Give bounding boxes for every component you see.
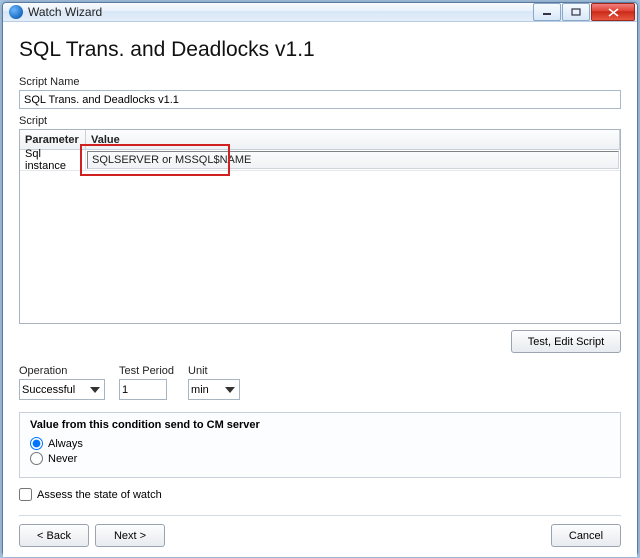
script-label: Script [19,115,621,127]
operation-label: Operation [19,365,105,377]
test-period-label: Test Period [119,365,174,377]
script-name-label: Script Name [19,76,621,88]
radio-never[interactable]: Never [30,452,610,465]
minimize-icon [542,8,552,16]
test-edit-script-button[interactable]: Test, Edit Script [511,330,621,353]
footer-spacer [171,524,545,547]
radio-never-label: Never [48,453,77,465]
next-button[interactable]: Next > [95,524,165,547]
radio-never-input[interactable] [30,452,43,465]
wizard-window: Watch Wizard SQL Trans. and Deadlocks v1… [2,2,638,556]
window-title: Watch Wizard [28,5,532,19]
content-area: SQL Trans. and Deadlocks v1.1 Script Nam… [3,22,637,557]
unit-label: Unit [188,365,240,377]
close-icon [608,8,619,17]
unit-select[interactable]: min [188,379,240,400]
assess-label: Assess the state of watch [37,489,162,501]
parameter-grid: Parameter Value Sql instance SQLSERVER o… [19,129,621,324]
separator [19,515,621,516]
radio-always-input[interactable] [30,437,43,450]
back-button[interactable]: < Back [19,524,89,547]
script-section: Script Parameter Value Sql instance SQLS… [19,115,621,324]
grid-header: Parameter Value [20,130,620,150]
test-row: Test, Edit Script [19,330,621,353]
column-parameter[interactable]: Parameter [20,130,86,149]
maximize-icon [571,8,581,16]
cell-value-input[interactable]: SQLSERVER or MSSQL$NAME [87,151,619,169]
cell-parameter: Sql instance [20,150,86,170]
operation-field: Operation Successful [19,365,105,400]
maximize-button[interactable] [562,3,590,21]
page-title: SQL Trans. and Deadlocks v1.1 [19,38,621,62]
test-period-input[interactable] [119,379,167,400]
wizard-footer: < Back Next > Cancel [19,524,621,547]
assess-checkbox-row[interactable]: Assess the state of watch [19,488,621,501]
grid-row: Sql instance SQLSERVER or MSSQL$NAME [20,150,620,171]
operation-select[interactable]: Successful [19,379,105,400]
radio-always-label: Always [48,438,83,450]
close-button[interactable] [591,3,635,21]
app-icon [9,5,23,19]
column-value[interactable]: Value [86,130,620,149]
minimize-button[interactable] [533,3,561,21]
condition-title: Value from this condition send to CM ser… [30,419,610,431]
cancel-button[interactable]: Cancel [551,524,621,547]
unit-field: Unit min [188,365,240,400]
window-controls [532,3,635,21]
script-name-input[interactable] [19,90,621,109]
title-bar: Watch Wizard [3,3,637,22]
test-period-field: Test Period [119,365,174,400]
assess-checkbox[interactable] [19,488,32,501]
operation-row: Operation Successful Test Period Unit mi… [19,365,621,400]
condition-fieldset: Value from this condition send to CM ser… [19,412,621,478]
radio-always[interactable]: Always [30,437,610,450]
